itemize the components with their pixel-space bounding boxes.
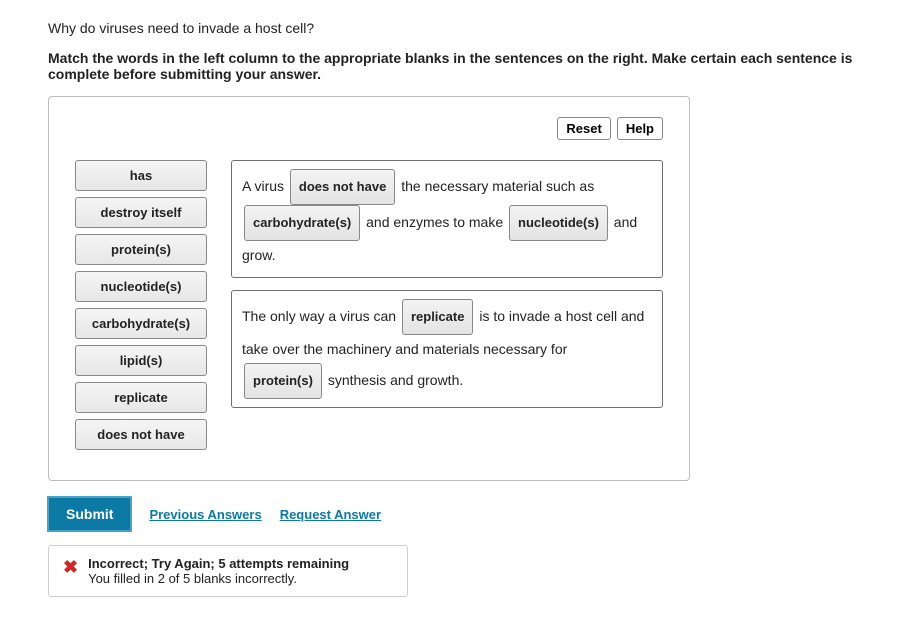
sentence-text: and enzymes to make <box>366 214 507 230</box>
sentence-text: The only way a virus can <box>242 308 400 324</box>
word-column: has destroy itself protein(s) nucleotide… <box>75 160 207 450</box>
word-item[interactable]: protein(s) <box>75 234 207 265</box>
request-answer-link[interactable]: Request Answer <box>280 507 381 522</box>
word-item[interactable]: replicate <box>75 382 207 413</box>
word-item[interactable]: nucleotide(s) <box>75 271 207 302</box>
filled-blank[interactable]: carbohydrate(s) <box>244 205 360 241</box>
feedback-detail: You filled in 2 of 5 blanks incorrectly. <box>88 571 349 586</box>
filled-blank[interactable]: replicate <box>402 299 473 335</box>
action-row: Submit Previous Answers Request Answer <box>48 497 875 531</box>
word-item[interactable]: has <box>75 160 207 191</box>
filled-blank[interactable]: protein(s) <box>244 363 322 399</box>
sentence-1: A virus does not have the necessary mate… <box>231 160 663 278</box>
feedback-box: ✖ Incorrect; Try Again; 5 attempts remai… <box>48 545 408 597</box>
sentence-2: The only way a virus can replicate is to… <box>231 290 663 408</box>
incorrect-icon: ✖ <box>63 558 78 576</box>
previous-answers-link[interactable]: Previous Answers <box>149 507 261 522</box>
feedback-title: Incorrect; Try Again; 5 attempts remaini… <box>88 556 349 571</box>
filled-blank[interactable]: nucleotide(s) <box>509 205 608 241</box>
word-item[interactable]: destroy itself <box>75 197 207 228</box>
question-title: Why do viruses need to invade a host cel… <box>48 20 875 36</box>
sentence-text: the necessary material such as <box>401 178 594 194</box>
reset-button[interactable]: Reset <box>557 117 610 140</box>
word-item[interactable]: carbohydrate(s) <box>75 308 207 339</box>
panel-controls: Reset Help <box>75 117 663 140</box>
match-area: has destroy itself protein(s) nucleotide… <box>75 160 663 450</box>
word-item[interactable]: lipid(s) <box>75 345 207 376</box>
word-item[interactable]: does not have <box>75 419 207 450</box>
match-panel: Reset Help has destroy itself protein(s)… <box>48 96 690 481</box>
filled-blank[interactable]: does not have <box>290 169 395 205</box>
help-button[interactable]: Help <box>617 117 663 140</box>
sentence-text: synthesis and growth. <box>328 372 463 388</box>
submit-button[interactable]: Submit <box>48 497 131 531</box>
sentence-column: A virus does not have the necessary mate… <box>231 160 663 450</box>
sentence-text: A virus <box>242 178 288 194</box>
instruction-text: Match the words in the left column to th… <box>48 50 875 82</box>
feedback-text: Incorrect; Try Again; 5 attempts remaini… <box>88 556 349 586</box>
